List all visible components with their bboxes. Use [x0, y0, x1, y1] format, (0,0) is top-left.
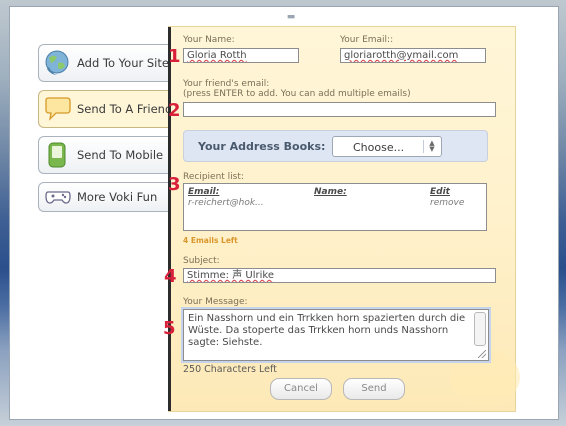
resize-grip-icon[interactable]: [478, 350, 486, 358]
recipient-email: r-reichert@hok...: [188, 198, 264, 208]
message-value: Ein Nasshorn und ein Trrkken horn spazie…: [188, 313, 466, 348]
cancel-button[interactable]: Cancel: [270, 378, 332, 400]
address-books-select[interactable]: Choose... ▲ ▼: [332, 136, 442, 157]
your-email-input[interactable]: gloriarotth@ymail.com: [340, 48, 486, 63]
sidebar-item-add-to-site[interactable]: Add To Your Site: [38, 44, 170, 82]
your-name-label: Your Name:: [183, 35, 235, 45]
recipient-header-edit: Edit: [430, 187, 450, 197]
your-name-input[interactable]: Gloria Rotth: [183, 48, 299, 63]
sidebar-item-send-to-friend[interactable]: Send To A Friend: [38, 90, 173, 128]
friend-email-hint: (press ENTER to add. You can add multipl…: [183, 89, 411, 99]
your-email-value: gloriarotth@ymail.com: [344, 50, 459, 61]
mobile-phone-icon: [48, 142, 66, 168]
friend-email-label: Your friend's email:: [183, 79, 270, 89]
sidebar-item-label: Add To Your Site: [77, 56, 169, 70]
send-button[interactable]: Send: [343, 378, 405, 400]
emails-left-counter: 4 Emails Left: [183, 236, 238, 245]
annotation-marker-3: 3: [168, 174, 181, 195]
globe-icon: [45, 50, 69, 75]
sidebar-item-more-voki-fun[interactable]: More Voki Fun: [38, 182, 170, 212]
address-books-bar: Your Address Books: Choose... ▲ ▼: [183, 130, 488, 162]
annotation-marker-2: 2: [168, 100, 181, 121]
characters-left-counter: 250 Characters Left: [183, 364, 277, 375]
speech-bubble-icon: [45, 97, 71, 121]
message-scrollbar[interactable]: [474, 312, 486, 346]
recipient-header-name: Name:: [314, 187, 347, 197]
your-email-label: Your Email::: [340, 35, 394, 45]
sidebar-item-label: More Voki Fun: [77, 190, 158, 204]
sidebar: Add To Your Site Send To A Friend Send T…: [38, 44, 173, 220]
recipient-header-email: Email:: [188, 187, 220, 197]
your-name-value: Gloria Rotth: [187, 50, 247, 61]
recipient-list: Email: Name: Edit r-reichert@hok... remo…: [183, 183, 487, 231]
annotation-marker-5: 5: [163, 318, 176, 339]
friend-email-input[interactable]: [183, 102, 496, 117]
annotation-marker-4: 4: [164, 266, 177, 287]
address-books-label: Your Address Books:: [198, 140, 326, 153]
drag-grip-icon: ▬: [286, 12, 296, 22]
subject-label: Subject:: [183, 256, 220, 266]
message-label: Your Message:: [183, 297, 248, 307]
address-books-selected: Choose...: [353, 141, 405, 154]
panel-divider: [168, 27, 171, 411]
recipient-remove-link[interactable]: remove: [430, 198, 464, 208]
message-textarea[interactable]: Ein Nasshorn und ein Trrkken horn spazie…: [183, 309, 489, 361]
sidebar-item-send-to-mobile[interactable]: Send To Mobile: [38, 136, 170, 174]
subject-value: Stimme: 声 Ulrike: [187, 270, 274, 281]
sidebar-item-label: Send To Mobile: [77, 148, 164, 162]
recipient-list-label: Recipient list:: [183, 172, 244, 182]
select-arrows-icon: ▲ ▼: [423, 140, 437, 153]
annotation-marker-1: 1: [168, 46, 181, 67]
subject-input[interactable]: Stimme: 声 Ulrike: [183, 268, 496, 283]
sidebar-item-label: Send To A Friend: [77, 102, 173, 116]
gamepad-icon: [45, 191, 71, 204]
